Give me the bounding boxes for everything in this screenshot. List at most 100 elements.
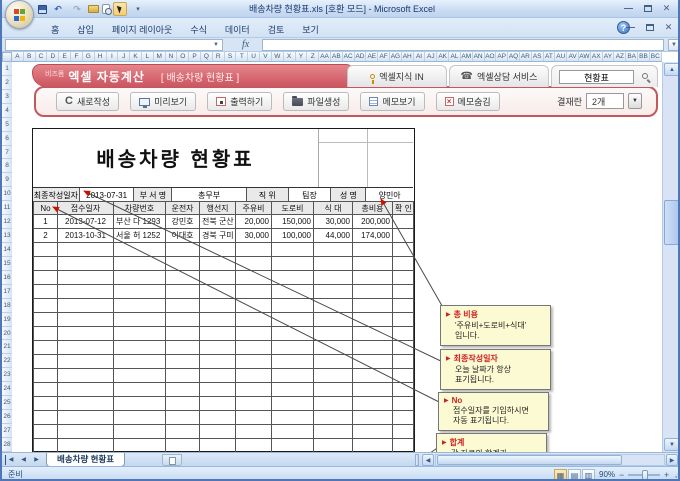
column-header[interactable]: Y	[296, 52, 308, 61]
memo-hide-button[interactable]: × 메모숨김	[435, 92, 500, 111]
row-header[interactable]: 16	[2, 271, 12, 285]
row-header[interactable]: 6	[2, 132, 12, 146]
column-header[interactable]: G	[83, 52, 95, 61]
undo-icon[interactable]: ↶	[50, 2, 66, 16]
sheet-tab[interactable]: 배송차량 현황표	[46, 453, 126, 467]
minimize-button[interactable]: —	[621, 3, 636, 14]
ribbon-tab-6[interactable]: 검토	[259, 21, 294, 38]
row-header[interactable]: 21	[2, 340, 12, 355]
row-header[interactable]: 27	[2, 424, 12, 438]
column-header[interactable]: P	[189, 52, 201, 61]
ribbon-tab-4[interactable]: 수식	[181, 21, 216, 38]
row-header[interactable]: 3	[2, 90, 12, 104]
column-header[interactable]: AQ	[508, 52, 520, 61]
normal-view-icon[interactable]: ▦	[554, 469, 567, 479]
approval-dropdown-icon[interactable]: ▼	[628, 93, 642, 109]
column-header[interactable]: AF	[378, 52, 390, 61]
zoom-slider-thumb[interactable]	[642, 470, 648, 479]
column-header[interactable]: H	[95, 52, 107, 61]
zoom-slider[interactable]	[628, 470, 660, 479]
column-header[interactable]: AR	[520, 52, 532, 61]
page-layout-view-icon[interactable]: ▤	[568, 469, 581, 479]
column-header[interactable]: J	[118, 52, 131, 61]
column-header[interactable]: C	[36, 52, 48, 61]
column-header[interactable]: AC	[343, 52, 355, 61]
tab-excel-knowledge[interactable]: 엑셀지식 IN	[347, 65, 447, 87]
row-header[interactable]: 28	[2, 438, 12, 452]
row-header[interactable]: 23	[2, 368, 12, 383]
row-header[interactable]: 4	[2, 104, 12, 118]
scroll-left-icon[interactable]: ◀	[422, 454, 434, 466]
column-header[interactable]: I	[107, 52, 119, 61]
tab-excel-support[interactable]: ☎ 엑셀상담 서비스	[449, 65, 549, 87]
row-header[interactable]: 1	[2, 62, 12, 76]
column-header[interactable]: AA	[319, 52, 331, 61]
column-header[interactable]: R	[213, 52, 225, 61]
scroll-right-icon[interactable]: ▶	[666, 454, 678, 466]
column-header[interactable]: T	[236, 52, 249, 61]
select-all-corner[interactable]	[2, 52, 12, 62]
preview-button[interactable]: 미리보기	[130, 92, 197, 111]
column-header[interactable]: AL	[449, 52, 461, 61]
column-header[interactable]: AK	[437, 52, 450, 61]
office-button[interactable]	[5, 0, 34, 29]
row-header[interactable]: 12	[2, 215, 12, 230]
close-button[interactable]: ✕	[659, 3, 674, 14]
column-header[interactable]: L	[142, 52, 154, 61]
column-header[interactable]: AV	[567, 52, 579, 61]
column-header[interactable]: B	[24, 52, 36, 61]
column-header[interactable]: M	[154, 52, 166, 61]
redo-icon[interactable]: ↷	[69, 2, 85, 16]
column-header[interactable]: D	[47, 52, 60, 61]
formula-bar-expand-icon[interactable]: ▼	[668, 39, 678, 51]
ribbon-tab-1[interactable]: 홈	[42, 21, 68, 38]
column-header[interactable]: BC	[650, 52, 662, 61]
column-header[interactable]: F	[71, 52, 83, 61]
ribbon-tab-3[interactable]: 페이지 레이아웃	[103, 21, 181, 38]
row-header[interactable]: 5	[2, 118, 12, 132]
column-header[interactable]: AS	[532, 52, 544, 61]
column-header[interactable]: Z	[307, 52, 320, 61]
scroll-down-icon[interactable]: ▼	[664, 438, 678, 451]
column-header[interactable]: AU	[555, 52, 568, 61]
zoom-out-icon[interactable]: −	[619, 470, 624, 479]
column-header[interactable]: AG	[390, 52, 402, 61]
memo-show-button[interactable]: 메모보기	[360, 92, 425, 111]
column-header[interactable]: X	[284, 52, 296, 61]
column-header[interactable]: U	[248, 52, 261, 61]
column-header[interactable]: AM	[461, 52, 473, 61]
column-header[interactable]: S	[225, 52, 237, 61]
column-header[interactable]: AE	[366, 52, 379, 61]
print-preview-icon[interactable]	[102, 4, 112, 15]
column-header[interactable]: AH	[402, 52, 414, 61]
horizontal-scrollbar[interactable]	[435, 454, 665, 466]
zoom-in-icon[interactable]: +	[664, 470, 669, 479]
column-header[interactable]: AX	[591, 52, 603, 61]
prev-sheet-icon[interactable]: ◀	[18, 455, 29, 465]
print-button[interactable]: 출력하기	[207, 92, 273, 111]
restore-button[interactable]	[640, 3, 655, 14]
column-header[interactable]: BA	[626, 52, 639, 61]
vertical-scrollbar-thumb[interactable]	[664, 200, 678, 245]
column-header[interactable]: AD	[355, 52, 367, 61]
horizontal-scrollbar-thumb[interactable]	[437, 455, 622, 465]
pointer-icon[interactable]	[113, 2, 127, 16]
column-header[interactable]: BB	[638, 52, 650, 61]
row-header[interactable]: 22	[2, 354, 12, 369]
column-header[interactable]: Q	[201, 52, 213, 61]
insert-sheet-tab[interactable]	[162, 454, 182, 466]
column-header[interactable]: K	[130, 52, 142, 61]
row-header[interactable]: 25	[2, 396, 12, 411]
row-header[interactable]: 24	[2, 382, 12, 397]
workbook-restore-button[interactable]	[642, 22, 657, 33]
row-header[interactable]: 20	[2, 327, 12, 341]
row-header[interactable]: 11	[2, 201, 12, 216]
column-header[interactable]: V	[260, 52, 272, 61]
row-header[interactable]: 7	[2, 146, 12, 160]
column-header[interactable]: AI	[414, 52, 426, 61]
column-header[interactable]: AP	[496, 52, 509, 61]
workbook-close-button[interactable]: ✕	[661, 22, 676, 33]
ribbon-tab-7[interactable]: 보기	[293, 21, 328, 38]
ribbon-tab-2[interactable]: 삽입	[68, 21, 103, 38]
row-header[interactable]: 19	[2, 313, 12, 327]
